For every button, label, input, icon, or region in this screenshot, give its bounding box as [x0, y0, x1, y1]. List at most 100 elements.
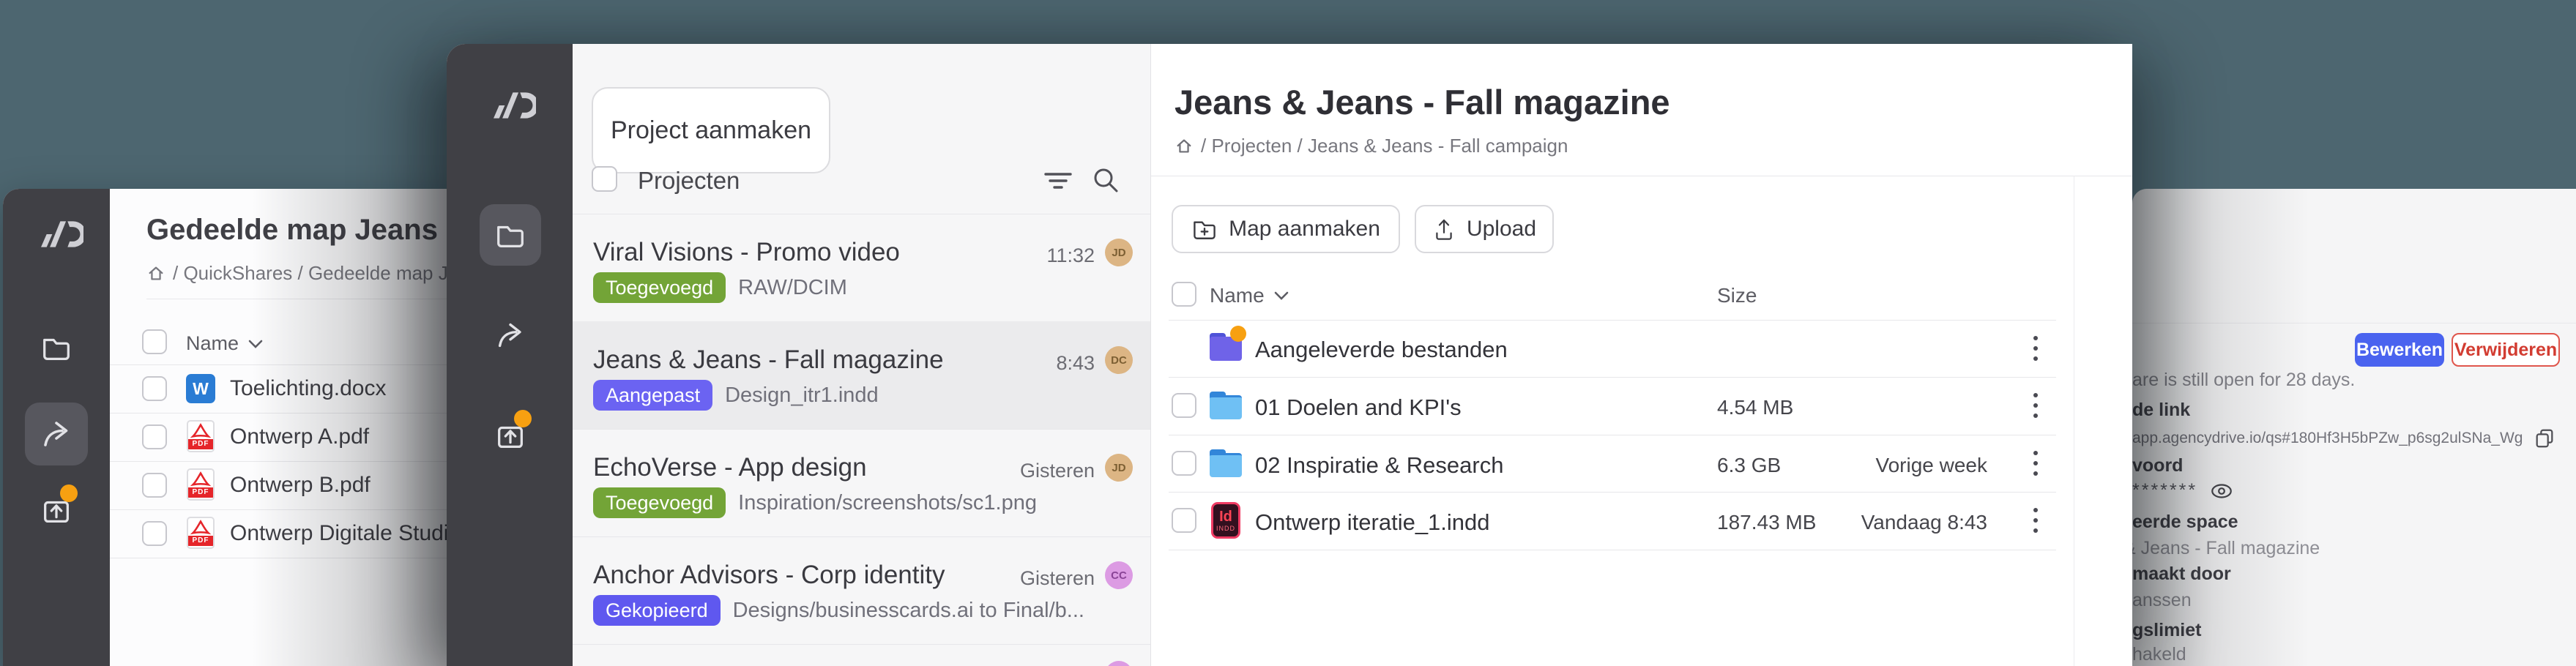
upload-icon: [1432, 217, 1456, 242]
password-label: voord: [2132, 455, 2183, 476]
project-time: Gisteren: [1020, 460, 1095, 482]
shared-space-label: eerde space: [2132, 512, 2238, 533]
copy-icon[interactable]: [2534, 427, 2555, 449]
uploads-notification-dot: [60, 484, 78, 502]
row-checkbox[interactable]: [1172, 508, 1196, 533]
file-name: Ontwerp B.pdf: [230, 473, 371, 498]
project-list-item-selected[interactable]: Jeans & Jeans - Fall magazine 8:43 DC Aa…: [573, 321, 1150, 429]
status-badge: Toegevoegd: [593, 487, 726, 518]
limit-value: hakeld: [2132, 644, 2186, 665]
created-by-label: maakt door: [2132, 564, 2231, 585]
home-icon: [1175, 137, 1194, 156]
project-path: Design_itr1.indd: [725, 383, 879, 408]
purple-folder-icon: [1210, 333, 1242, 361]
pdf-file-icon: PDF: [187, 517, 215, 549]
edit-share-button[interactable]: Bewerken: [2355, 333, 2444, 367]
share-nav-icon: [39, 416, 74, 452]
folders-nav-icon[interactable]: [40, 331, 73, 364]
row-size: 187.43 MB: [1717, 511, 1816, 534]
avatar: JD: [1105, 454, 1133, 482]
uploads-nav-icon[interactable]: [40, 495, 73, 528]
chevron-down-icon: [247, 339, 264, 349]
avatar: JD: [1105, 239, 1133, 266]
pdf-file-icon: PDF: [187, 468, 215, 501]
indesign-file-icon: Id INDD: [1211, 502, 1240, 539]
row-menu-kebab-icon[interactable]: [2021, 505, 2050, 536]
row-checkbox[interactable]: [1172, 393, 1196, 418]
breadcrumb[interactable]: / Projecten / Jeans & Jeans - Fall campa…: [1175, 135, 1568, 157]
search-icon[interactable]: [1090, 164, 1122, 196]
password-masked-value: *******: [2132, 480, 2197, 501]
chevron-down-icon: [1273, 291, 1289, 301]
folder-plus-icon: [1191, 217, 1218, 242]
quickshares-sidebar: [3, 189, 110, 666]
eye-icon[interactable]: [2209, 482, 2234, 501]
share-link-url[interactable]: app.agencydrive.io/qs#180Hf3H5bPZw_p6sg2…: [2132, 430, 2523, 447]
limit-label: gslimiet: [2132, 620, 2201, 641]
row-checkbox[interactable]: [142, 473, 167, 498]
projects-list-pane: Project aanmaken Projecten Viral Visions…: [573, 44, 1151, 666]
file-name: Ontwerp A.pdf: [230, 424, 369, 449]
avatar: [1105, 661, 1133, 666]
name-column-header[interactable]: Name: [186, 332, 264, 355]
folders-nav-active[interactable]: [480, 204, 541, 266]
project-title: Anchor Advisors - Corp identity: [593, 561, 945, 590]
upload-button[interactable]: Upload: [1415, 205, 1554, 253]
row-name: 01 Doelen and KPI's: [1255, 394, 1462, 421]
select-all-checkbox[interactable]: [1172, 282, 1196, 307]
shared-space-value: & Jeans - Fall magazine: [2132, 538, 2320, 559]
app-logo: [483, 89, 536, 121]
share-nav-icon[interactable]: [494, 318, 527, 352]
row-menu-kebab-icon[interactable]: [2021, 448, 2050, 479]
project-path: Inspiration/screenshots/sc1.png: [738, 491, 1037, 515]
project-title: Jeans & Jeans - Fall magazine: [593, 345, 944, 375]
breadcrumb-text: / Projecten / Jeans & Jeans - Fall campa…: [1201, 135, 1568, 157]
app-logo: [31, 218, 83, 250]
project-list-item[interactable]: Viral Visions - Promo video 11:32 JD Toe…: [573, 214, 1150, 321]
page-title: Jeans & Jeans - Fall magazine: [1175, 82, 1670, 122]
home-icon: [146, 264, 165, 283]
project-title: EchoVerse - App design: [593, 453, 867, 482]
quickshares-nav-active[interactable]: [25, 403, 88, 465]
row-modified: Vorige week: [1839, 454, 1987, 477]
table-row[interactable]: Id INDD Ontwerp iteratie_1.indd 187.43 M…: [1151, 492, 2074, 550]
name-column-header[interactable]: Name: [1210, 284, 1289, 307]
project-path: RAW/DCIM: [738, 276, 847, 300]
projects-select-all-checkbox[interactable]: [592, 166, 617, 192]
avatar: DC: [1105, 346, 1133, 374]
project-list-item[interactable]: EchoVerse - App design Gisteren JD Toege…: [573, 429, 1150, 536]
project-time: Gisteren: [1020, 567, 1095, 590]
row-checkbox[interactable]: [142, 424, 167, 449]
project-time: 8:43: [1056, 352, 1095, 375]
share-link-row: app.agencydrive.io/qs#180Hf3H5bPZw_p6sg2…: [2132, 427, 2555, 449]
row-name: 02 Inspiratie & Research: [1255, 452, 1503, 479]
project-list-item-partial[interactable]: [573, 644, 1150, 666]
row-name: Aangeleverde bestanden: [1255, 337, 1508, 363]
projects-section-label: Projecten: [638, 167, 740, 195]
folder-notification-dot: [1230, 326, 1246, 342]
row-checkbox[interactable]: [1172, 451, 1196, 476]
delete-share-button[interactable]: Verwijderen: [2452, 333, 2560, 367]
table-row[interactable]: Aangeleverde bestanden: [1151, 320, 2074, 377]
row-checkbox[interactable]: [142, 521, 167, 546]
row-menu-kebab-icon[interactable]: [2021, 333, 2050, 364]
size-column-header[interactable]: Size: [1717, 284, 1757, 307]
project-path: Designs/businesscards.ai to Final/b...: [733, 599, 1084, 623]
filter-icon[interactable]: [1041, 168, 1075, 192]
row-menu-kebab-icon[interactable]: [2021, 390, 2050, 421]
project-list-item[interactable]: Anchor Advisors - Corp identity Gisteren…: [573, 536, 1150, 644]
row-checkbox[interactable]: [142, 376, 167, 401]
folders-nav-icon: [494, 218, 527, 252]
blue-folder-icon: [1210, 449, 1242, 477]
create-folder-button[interactable]: Map aanmaken: [1172, 205, 1400, 253]
create-project-button[interactable]: Project aanmaken: [592, 87, 830, 173]
table-row[interactable]: 02 Inspiratie & Research 6.3 GB Vorige w…: [1151, 435, 2074, 492]
select-all-checkbox[interactable]: [142, 329, 167, 354]
uploads-nav-icon[interactable]: [494, 420, 527, 454]
row-name: Ontwerp iteratie_1.indd: [1255, 509, 1490, 536]
uploads-notification-dot: [514, 410, 532, 427]
row-size: 4.54 MB: [1717, 396, 1793, 419]
breadcrumb[interactable]: / QuickShares / Gedeelde map Jeans: [146, 262, 489, 285]
share-expiry-note: are is still open for 28 days.: [2132, 370, 2355, 391]
table-row[interactable]: 01 Doelen and KPI's 4.54 MB: [1151, 377, 2074, 435]
